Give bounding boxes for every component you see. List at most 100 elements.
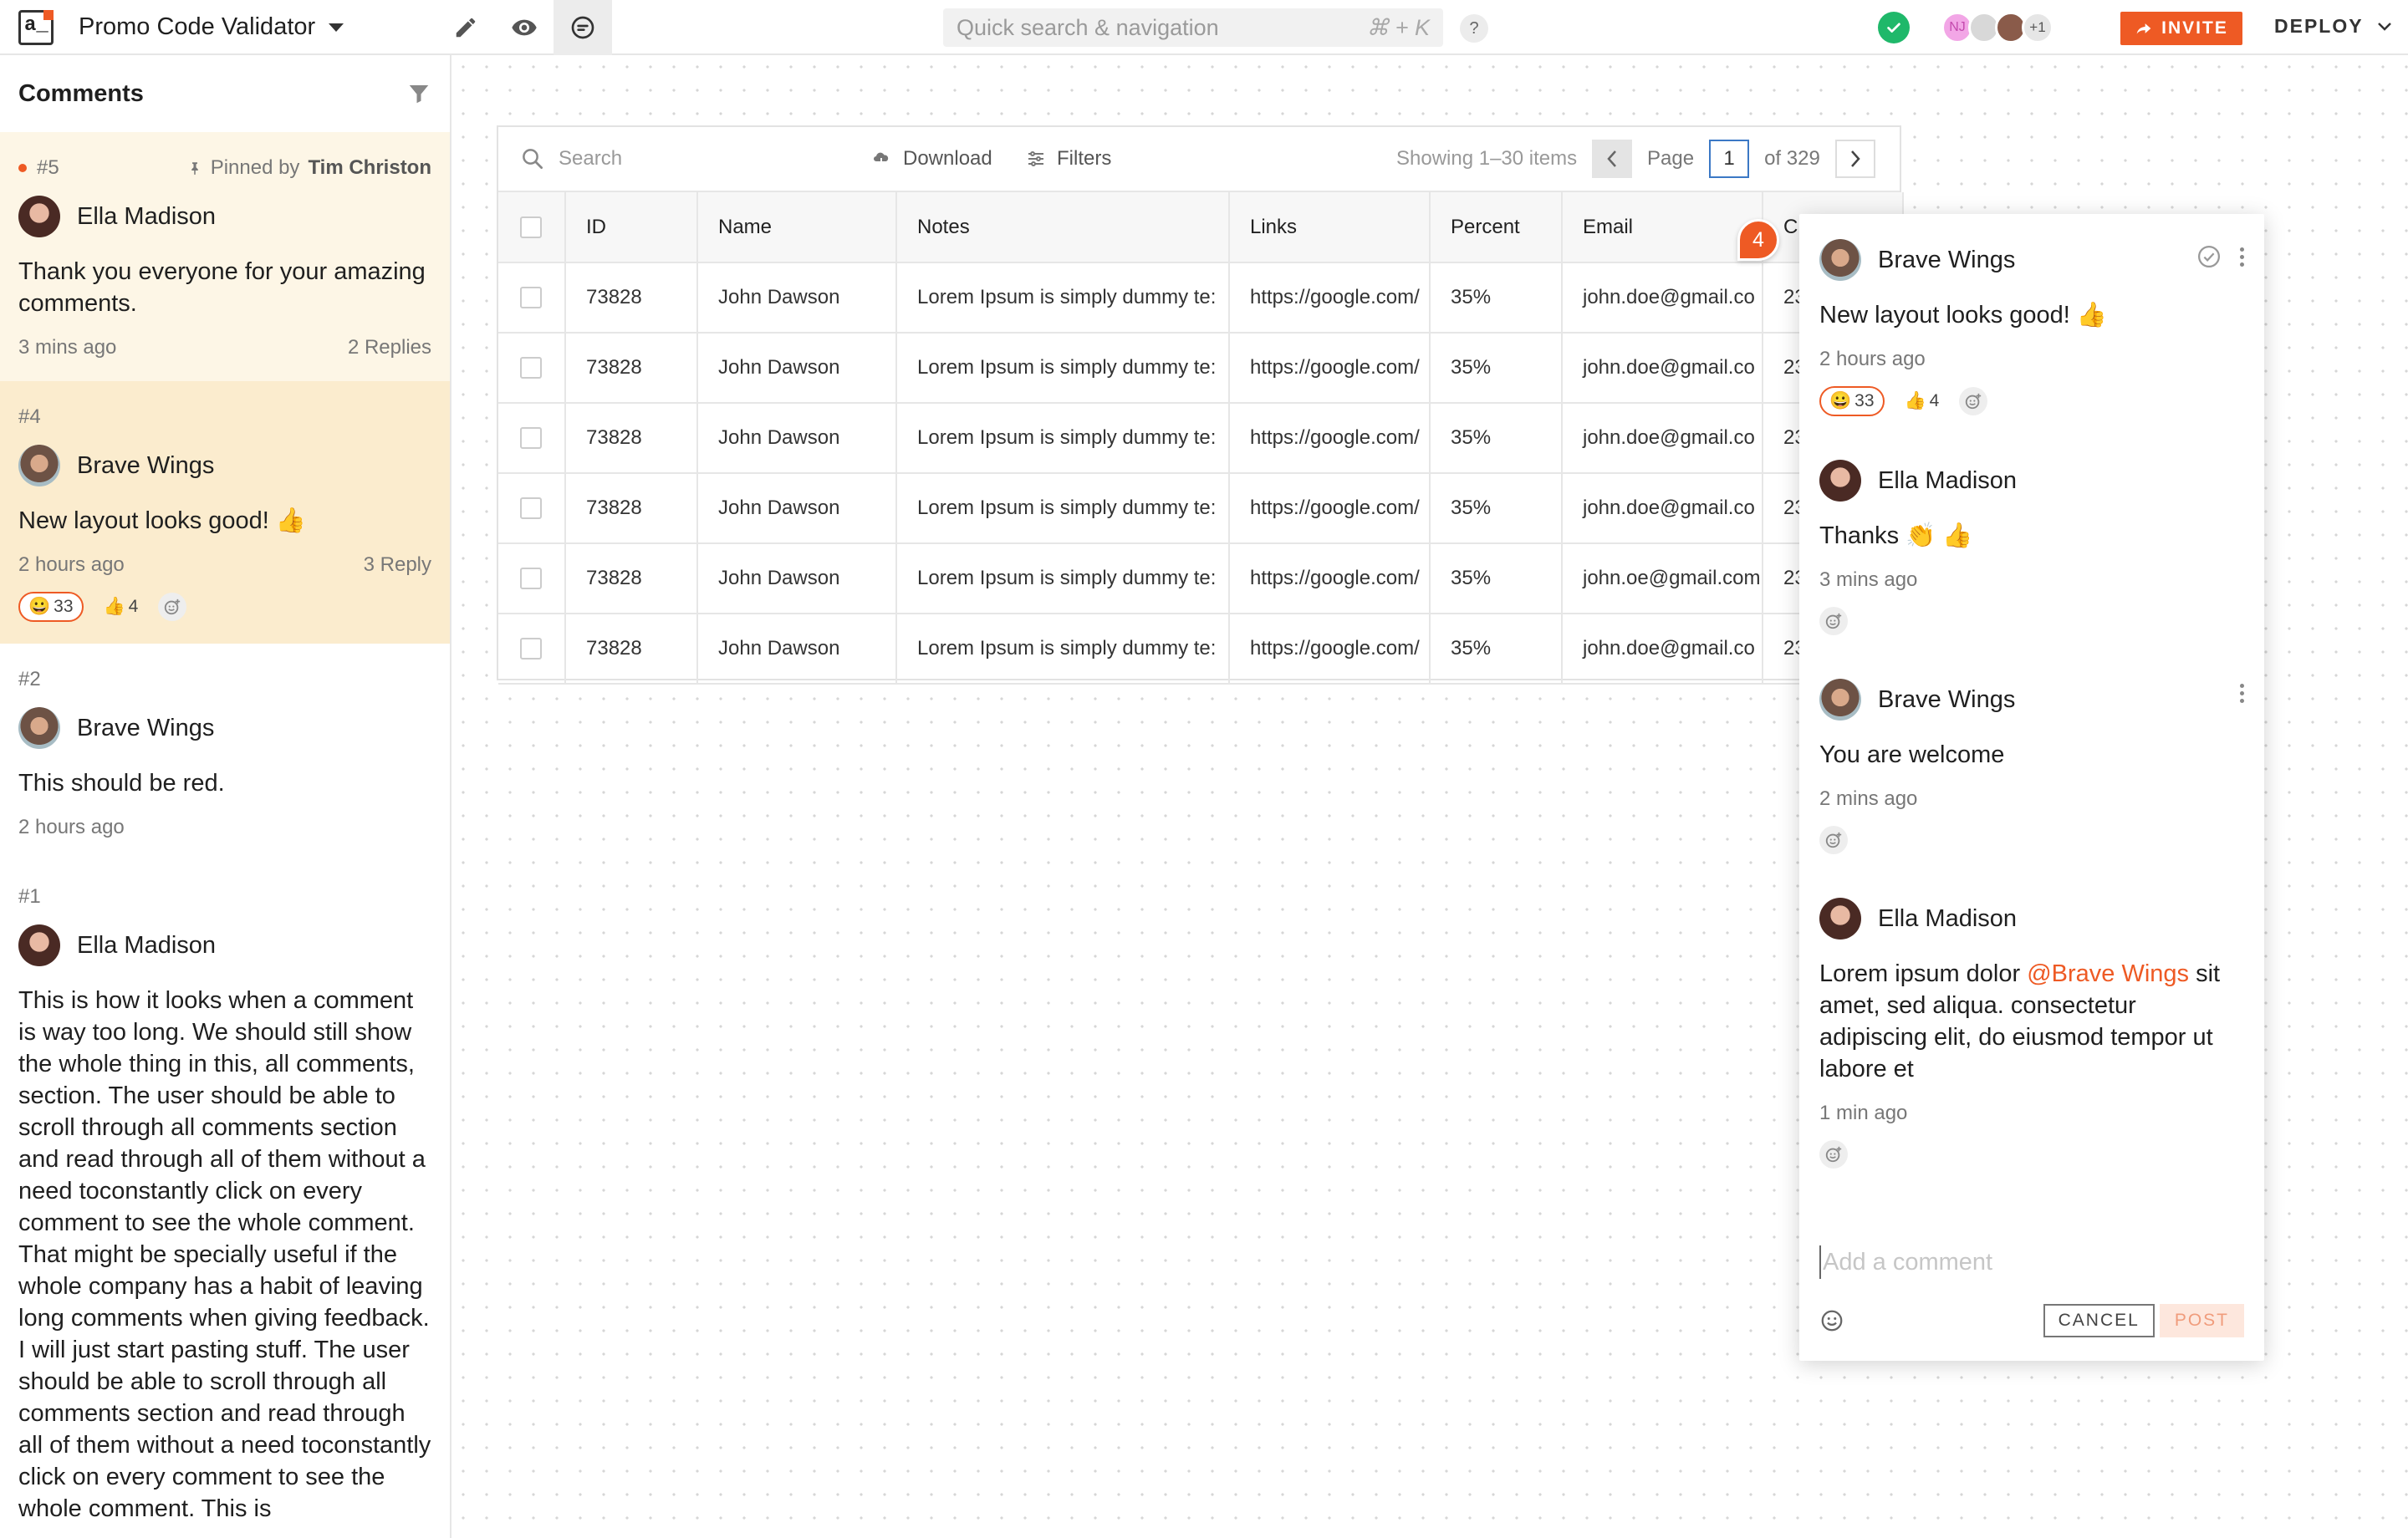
table-row[interactable]: 73828 John Dawson Lorem Ipsum is simply … xyxy=(498,403,1904,474)
user-mention[interactable]: @Brave Wings xyxy=(2027,960,2189,987)
comment-thread[interactable]: #1 Ella Madison This is how it looks whe… xyxy=(0,861,450,1538)
invite-button[interactable]: INVITE xyxy=(2120,12,2242,45)
table-cell: john.doe@gmail.co xyxy=(1562,473,1763,544)
row-checkbox[interactable] xyxy=(520,357,542,379)
table-cell: John Dawson xyxy=(697,614,897,685)
column-header[interactable]: Links xyxy=(1229,192,1431,263)
more-options-icon[interactable] xyxy=(2240,247,2244,267)
comments-panel-header: Comments xyxy=(0,55,450,132)
filters-label: Filters xyxy=(1057,147,1112,170)
prev-page-button[interactable] xyxy=(1592,140,1632,178)
comment-author: Brave Wings xyxy=(1878,246,2016,273)
download-label: Download xyxy=(903,147,992,170)
comment-author: Brave Wings xyxy=(1878,685,2016,713)
table-row[interactable]: 73828 John Dawson Lorem Ipsum is simply … xyxy=(498,333,1904,404)
filter-icon[interactable] xyxy=(406,81,431,106)
table-cell: https://google.com/ xyxy=(1229,403,1431,474)
resolve-check-icon[interactable] xyxy=(2196,244,2222,269)
row-checkbox[interactable] xyxy=(520,638,542,660)
preview-mode-button[interactable] xyxy=(495,0,554,55)
avatar xyxy=(18,445,60,486)
comment-thread[interactable]: #4 Brave Wings New layout looks good! 👍 … xyxy=(0,381,450,644)
replies-link[interactable]: 2 Replies xyxy=(348,336,431,359)
row-checkbox[interactable] xyxy=(520,427,542,449)
comment-author: Brave Wings xyxy=(77,451,215,479)
column-header[interactable]: Name xyxy=(697,192,897,263)
chevron-down-icon xyxy=(2377,22,2391,31)
help-button[interactable]: ? xyxy=(1460,14,1488,43)
table-row[interactable]: 73828 John Dawson Lorem Ipsum is simply … xyxy=(498,473,1904,544)
reaction-thumbs-up[interactable]: 👍 4 xyxy=(95,592,147,622)
add-reaction-icon[interactable] xyxy=(1819,1140,1848,1169)
table-cell: John Dawson xyxy=(697,543,897,614)
deploy-button[interactable]: DEPLOY xyxy=(2274,15,2392,38)
add-reaction-icon[interactable] xyxy=(1819,826,1848,854)
row-checkbox[interactable] xyxy=(520,287,542,308)
pagination: Page 1 of 329 xyxy=(1592,140,1875,178)
table-row[interactable]: 73828 John Dawson Lorem Ipsum is simply … xyxy=(498,543,1904,614)
replies-link[interactable]: 3 Reply xyxy=(364,553,431,577)
edit-mode-button[interactable] xyxy=(436,0,495,55)
table-cell: 35% xyxy=(1430,543,1563,614)
reaction-smile[interactable]: 😀 33 xyxy=(18,592,84,622)
table-cell: Lorem Ipsum is simply dummy te: xyxy=(896,262,1230,334)
comment-icon xyxy=(571,16,594,39)
comment-author: Ella Madison xyxy=(1878,904,2018,932)
comment-thread[interactable]: #2 Brave Wings This should be red. 2 hou… xyxy=(0,644,450,861)
reaction-thumbs-up[interactable]: 👍 4 xyxy=(1896,386,1948,416)
emoji-icon[interactable] xyxy=(1819,1308,1844,1333)
table-search-input[interactable]: Search xyxy=(520,146,622,171)
add-comment-input[interactable]: Add a comment xyxy=(1819,1245,1992,1279)
download-button[interactable]: Download xyxy=(870,147,992,171)
column-header[interactable]: ID xyxy=(565,192,698,263)
thread-comment: Ella Madison Lorem ipsum dolor @Brave Wi… xyxy=(1819,898,2244,1169)
column-header[interactable]: Percent xyxy=(1430,192,1563,263)
comment-thread[interactable]: #5 Pinned by Tim Christon Ella Madison T… xyxy=(0,132,450,381)
thread-number: #1 xyxy=(18,885,41,908)
table-cell: Lorem Ipsum is simply dummy te: xyxy=(896,473,1230,544)
page-total: of 329 xyxy=(1764,147,1820,170)
pinned-by-name: Tim Christon xyxy=(308,156,431,179)
row-checkbox[interactable] xyxy=(520,497,542,519)
thread-number: #4 xyxy=(18,405,41,428)
add-reaction-icon[interactable] xyxy=(1819,607,1848,635)
table-cell: Lorem Ipsum is simply dummy te: xyxy=(896,543,1230,614)
quick-search-input[interactable]: Quick search & navigation ⌘ + K xyxy=(943,8,1443,47)
avatar xyxy=(1819,679,1861,721)
comment-time: 3 mins ago xyxy=(18,336,117,359)
comment-mode-button[interactable] xyxy=(554,0,612,55)
app-logo[interactable]: a_ xyxy=(18,10,54,45)
deploy-label: DEPLOY xyxy=(2274,15,2364,37)
status-check-icon[interactable] xyxy=(1878,12,1910,43)
reaction-smile[interactable]: 😀 33 xyxy=(1819,386,1885,416)
table-row[interactable]: 73828 John Dawson Lorem Ipsum is simply … xyxy=(498,614,1904,685)
cancel-button[interactable]: CANCEL xyxy=(2043,1304,2155,1337)
app-title-dropdown[interactable]: Promo Code Validator xyxy=(79,13,344,41)
filters-button[interactable]: Filters xyxy=(1025,147,1111,171)
more-options-icon[interactable] xyxy=(2240,684,2244,703)
table-cell: john.doe@gmail.co xyxy=(1562,403,1763,474)
download-icon xyxy=(874,152,889,167)
table-cell: john.doe@gmail.co xyxy=(1562,333,1763,404)
post-button[interactable]: POST xyxy=(2159,1304,2244,1337)
chevron-right-icon xyxy=(1850,150,1860,167)
table-row[interactable]: 73828 John Dawson Lorem Ipsum is simply … xyxy=(498,262,1904,334)
comment-pin-marker[interactable]: 4 xyxy=(1737,219,1779,261)
presence-avatars[interactable]: NJ +1 xyxy=(1941,12,2053,43)
add-reaction-icon[interactable] xyxy=(1959,387,1988,415)
more-users-badge[interactable]: +1 xyxy=(2022,12,2053,43)
table-cell: 35% xyxy=(1430,614,1563,685)
comment-text: New layout looks good! 👍 xyxy=(1819,302,2108,328)
column-header[interactable]: Notes xyxy=(896,192,1230,263)
table-cell: Lorem Ipsum is simply dummy te: xyxy=(896,614,1230,685)
comment-text: Thank you everyone for your amazing comm… xyxy=(18,258,426,317)
table-widget[interactable]: Search Download Filters Showing 1–30 ite… xyxy=(497,125,1904,685)
table-cell: 35% xyxy=(1430,473,1563,544)
select-all-checkbox[interactable] xyxy=(520,216,542,238)
next-page-button[interactable] xyxy=(1834,140,1875,178)
column-header[interactable]: Email xyxy=(1562,192,1763,263)
row-checkbox[interactable] xyxy=(520,568,542,589)
comment-time: 1 min ago xyxy=(1819,1102,1908,1124)
page-number-input[interactable]: 1 xyxy=(1709,140,1750,178)
add-reaction-icon[interactable] xyxy=(158,593,187,621)
